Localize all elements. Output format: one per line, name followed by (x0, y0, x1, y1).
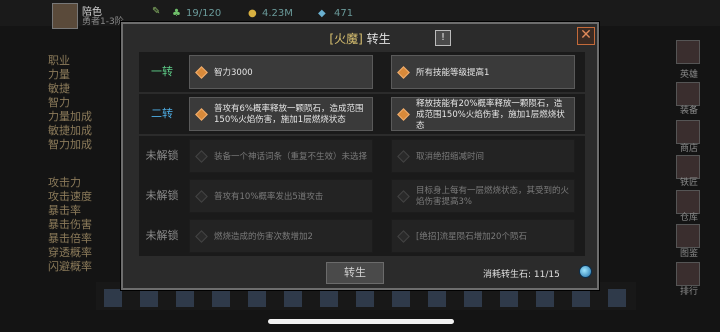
player-subtitle: 勇者1-3阶 (82, 17, 124, 27)
title-text: 转生 (366, 32, 391, 46)
stat-label: 闪避概率 (48, 260, 92, 273)
diamond-icon (397, 108, 410, 121)
edit-icon[interactable]: ✎ (152, 6, 160, 17)
dialog-title: [火魔] 转生 (123, 30, 597, 47)
menu-rank-icon[interactable] (676, 262, 700, 286)
diamond-icon (397, 190, 410, 203)
rebirth-row-4: 未解锁 普攻有10%概率发出5道攻击 目标身上每有一层燃烧状态，其受到的火焰伤害… (139, 176, 585, 216)
diamond-icon (397, 230, 410, 243)
option-text: 装备一个神话词条（重复不生效）未选择 (214, 151, 368, 162)
skill-slot-icon[interactable] (428, 289, 446, 307)
row-label: 二转 (151, 107, 173, 120)
menu-hero-icon[interactable] (676, 40, 700, 64)
menu-label: 铁匠 (679, 178, 698, 188)
row-label: 未解锁 (145, 189, 179, 202)
skill-slot-icon[interactable] (284, 289, 302, 307)
menu-label: 装备 (679, 106, 698, 116)
option-text: 普攻有10%概率发出5道攻击 (214, 191, 324, 202)
home-indicator[interactable] (268, 319, 454, 324)
diamond-icon (397, 150, 410, 163)
diamond-icon (195, 190, 208, 203)
rebirth-option[interactable]: 取消绝招缩减时间 (391, 139, 575, 173)
option-text: 智力3000 (214, 67, 253, 78)
rebirth-button[interactable]: 转生 (326, 262, 384, 284)
skill-slot-icon[interactable] (212, 289, 230, 307)
rebirth-option[interactable]: 目标身上每有一层燃烧状态，其受到的火焰伤害提高3% (391, 179, 575, 213)
rebirth-row-1: 一转 智力3000 所有技能等级提高1 (139, 52, 585, 92)
rebirth-row-2: 二转 普攻有6%概率释放一颗陨石，造成范围150%火焰伤害，施加1层燃烧状态 释… (139, 94, 585, 134)
rebirth-option[interactable]: 所有技能等级提高1 (391, 55, 575, 89)
rebirth-dialog: [火魔] 转生 ! ✕ 一转 智力3000 所有技能等级提高1 二转 普攻有6%… (121, 22, 599, 290)
diamond-icon (195, 66, 208, 79)
rebirth-option[interactable]: 普攻有6%概率释放一颗陨石，造成范围150%火焰伤害，施加1层燃烧状态 (189, 97, 373, 131)
skill-slot-icon[interactable] (392, 289, 410, 307)
menu-label: 图鉴 (679, 249, 698, 259)
option-text: 所有技能等级提高1 (416, 67, 490, 78)
hp-stat: 19/120 (186, 8, 222, 19)
row-label: 未解锁 (145, 149, 179, 162)
stat-label: 智力加成 (48, 138, 92, 151)
skill-slot-icon[interactable] (320, 289, 338, 307)
rebirth-row-3: 未解锁 装备一个神话词条（重复不生效）未选择 取消绝招缩减时间 (139, 136, 585, 176)
rebirth-stone-icon (579, 265, 592, 278)
row-label: 一转 (151, 65, 173, 78)
info-icon[interactable]: ! (435, 30, 451, 46)
rebirth-option[interactable]: [绝招]流星陨石增加20个陨石 (391, 219, 575, 253)
gold-icon: ● (248, 8, 257, 19)
player-avatar[interactable] (52, 3, 78, 29)
row-label: 未解锁 (145, 229, 179, 242)
diamond-icon (195, 230, 208, 243)
rebirth-option[interactable]: 燃烧造成的伤害次数增加2 (189, 219, 373, 253)
rebirth-option[interactable]: 智力3000 (189, 55, 373, 89)
gem-icon: ◆ (318, 8, 326, 19)
menu-label: 商店 (679, 144, 698, 154)
skill-slot-icon[interactable] (572, 289, 590, 307)
skill-slot-icon[interactable] (176, 289, 194, 307)
option-text: 普攻有6%概率释放一颗陨石，造成范围150%火焰伤害，施加1层燃烧状态 (214, 104, 364, 125)
skill-slot-icon[interactable] (536, 289, 554, 307)
skill-slot-icon[interactable] (140, 289, 158, 307)
skill-slot-icon[interactable] (356, 289, 374, 307)
menu-altar-icon[interactable] (676, 224, 700, 248)
diamond-icon (195, 108, 208, 121)
menu-label: 英雄 (679, 70, 698, 80)
diamond-icon (195, 150, 208, 163)
menu-label: 排行 (679, 287, 698, 297)
skill-slot-icon[interactable] (464, 289, 482, 307)
rebirth-row-5: 未解锁 燃烧造成的伤害次数增加2 [绝招]流星陨石增加20个陨石 (139, 216, 585, 256)
skill-slot-icon[interactable] (248, 289, 266, 307)
skill-slot-icon[interactable] (500, 289, 518, 307)
diamond-icon (397, 66, 410, 79)
gold-stat: 4.23M (262, 8, 293, 19)
option-text: 取消绝招缩减时间 (416, 151, 485, 162)
rebirth-option[interactable]: 普攻有10%概率发出5道攻击 (189, 179, 373, 213)
option-text: 释放技能有20%概率释放一颗陨石，造成范围150%火焰伤害，施加1层燃烧状态 (416, 98, 565, 131)
option-text: [绝招]流星陨石增加20个陨石 (416, 231, 527, 242)
option-text: 燃烧造成的伤害次数增加2 (214, 231, 313, 242)
gem-stat: 471 (334, 8, 354, 19)
hp-icon: ♣ (172, 8, 181, 19)
title-class-tag: [火魔] (329, 32, 363, 46)
rebirth-option[interactable]: 释放技能有20%概率释放一颗陨石，造成范围150%火焰伤害，施加1层燃烧状态 (391, 97, 575, 131)
skill-slot-icon[interactable] (608, 289, 626, 307)
skill-slot-icon[interactable] (104, 289, 122, 307)
close-icon[interactable]: ✕ (577, 27, 595, 45)
menu-label: 仓库 (679, 213, 698, 223)
rebirth-option[interactable]: 装备一个神话词条（重复不生效）未选择 (189, 139, 373, 173)
rebirth-stone-cost: 消耗转生石: 11/15 (483, 270, 560, 280)
option-text: 目标身上每有一层燃烧状态，其受到的火焰伤害提高3% (416, 186, 570, 207)
